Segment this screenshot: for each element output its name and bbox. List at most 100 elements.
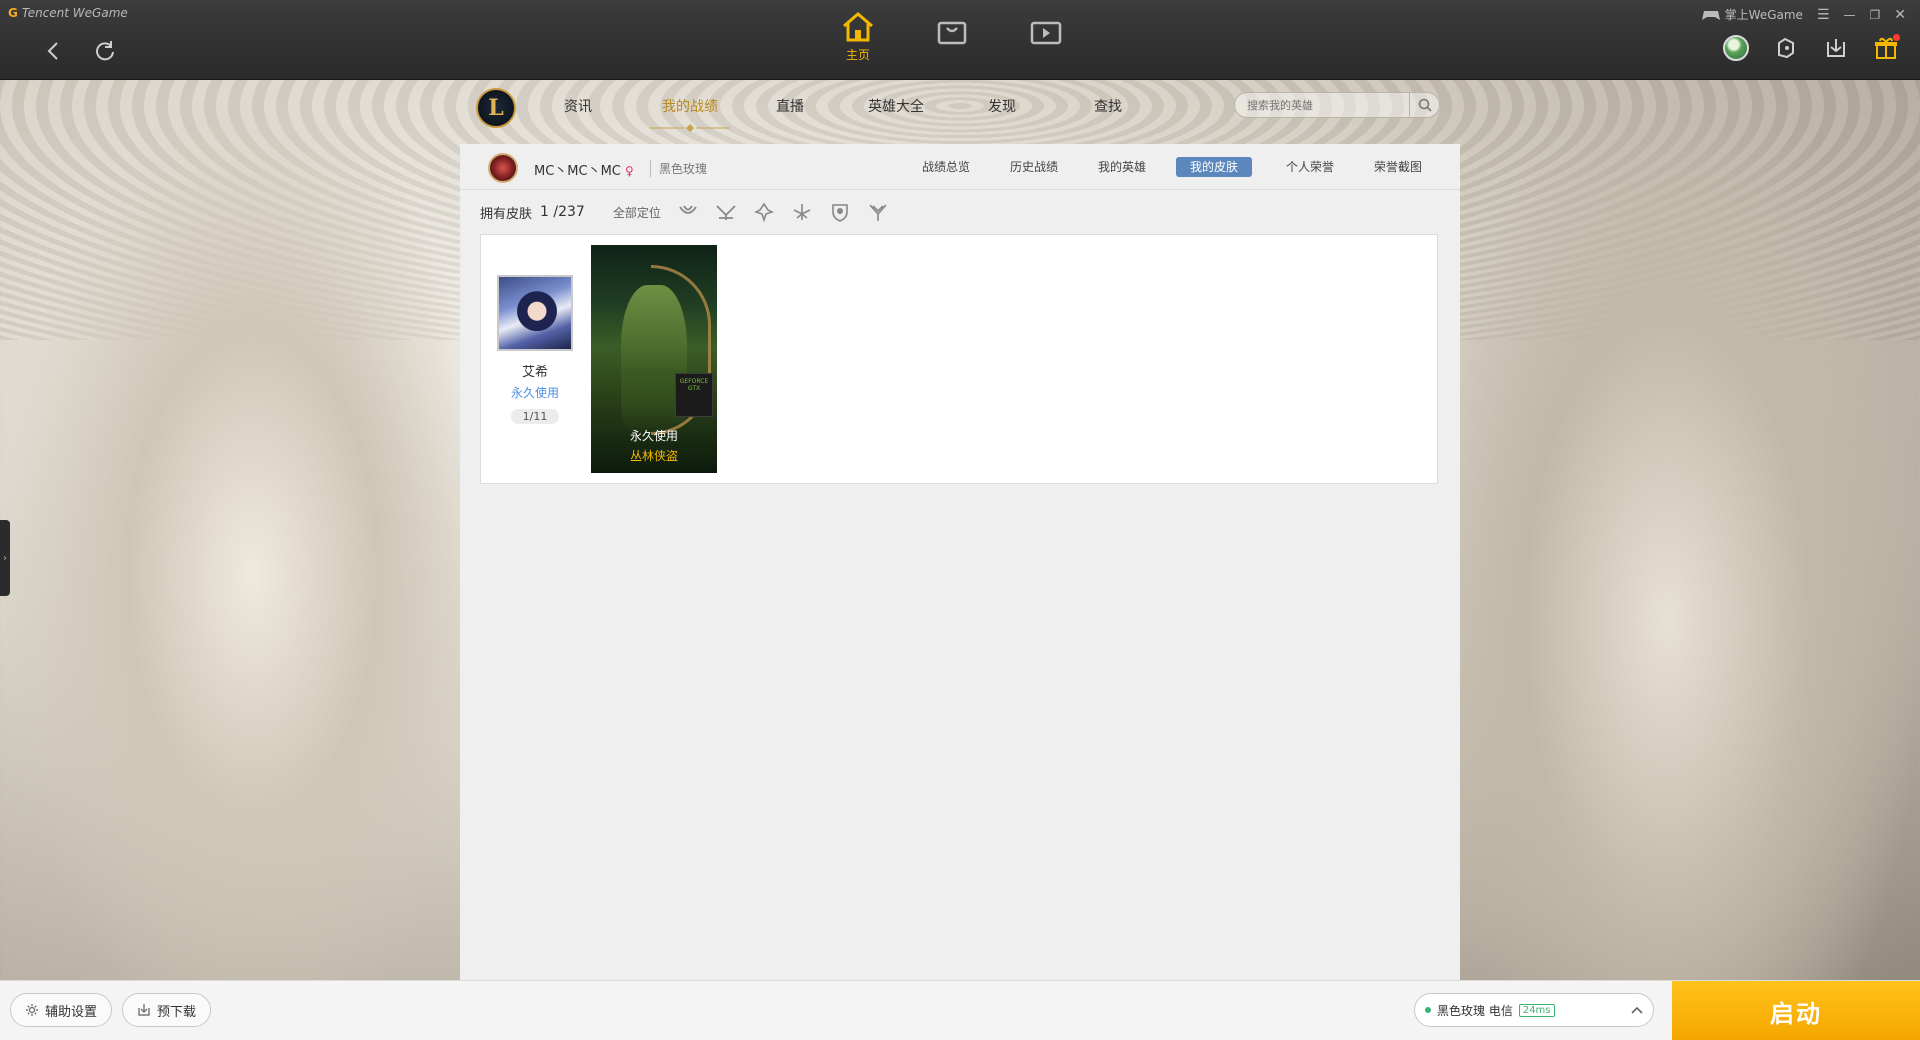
- female-icon: ♀: [625, 164, 634, 178]
- app-brand-text: Tencent WeGame: [21, 6, 128, 20]
- launch-button[interactable]: 启动: [1672, 981, 1920, 1040]
- download-icon: [1827, 39, 1845, 57]
- profile-header: MC丶MC丶MC ♀ 黑色玫瑰 战绩总览 历史战绩 我的英雄 我的皮肤 个人荣誉…: [460, 144, 1460, 190]
- tab-my-skins-label: 我的皮肤: [1190, 160, 1239, 174]
- marksman-icon[interactable]: [867, 201, 889, 223]
- nav-heroes[interactable]: 英雄大全: [856, 96, 936, 116]
- support-icon[interactable]: [829, 201, 851, 223]
- tab-home-label: 主页: [845, 48, 870, 62]
- owned-skins-count: 1 /237: [540, 204, 585, 220]
- tab-my-heroes[interactable]: 我的英雄: [1092, 157, 1152, 177]
- fighter-icon[interactable]: [715, 201, 737, 223]
- side-panel-toggle[interactable]: ›: [0, 520, 10, 596]
- tab-my-heroes-label: 我的英雄: [1097, 160, 1146, 174]
- skin-filters: 拥有皮肤 1 /237 全部定位: [480, 200, 889, 224]
- menu-icon[interactable]: ☰: [1817, 7, 1830, 23]
- tab-history-label: 历史战绩: [1009, 160, 1058, 174]
- search-icon: [1418, 98, 1432, 112]
- mage-icon[interactable]: [677, 201, 699, 223]
- nav-my-record[interactable]: 我的战绩: [650, 96, 730, 116]
- download-icon: [138, 1004, 150, 1016]
- skin-ownership: 永久使用: [629, 429, 678, 443]
- bottom-bar: 辅助设置 预下载 黑色玫瑰 电信 24ms 启动: [0, 980, 1920, 1040]
- restore-icon[interactable]: ❐: [1870, 8, 1881, 22]
- skin-grid: 艾希 永久使用 1/11 GEFORCE GTX 永久使用 丛林侠盗: [480, 234, 1438, 484]
- tab-honor-screenshots-label: 荣誉截图: [1373, 160, 1422, 174]
- server-selector-name: 黑色玫瑰 电信: [1437, 1003, 1513, 1018]
- champion-portrait: [497, 275, 573, 351]
- mobile-wegame-label: 掌上WeGame: [1724, 8, 1803, 22]
- predownload-button[interactable]: 预下载: [122, 993, 212, 1027]
- notification-dot: [1893, 34, 1900, 41]
- background-art-dragon: [1460, 80, 1920, 980]
- owned-skins-label: 拥有皮肤: [480, 206, 533, 222]
- server-status-dot: [1425, 1007, 1431, 1013]
- lol-logo[interactable]: L: [476, 88, 516, 128]
- skin-card[interactable]: GEFORCE GTX 永久使用 丛林侠盗: [591, 245, 717, 473]
- geforce-badge: GEFORCE GTX: [675, 373, 713, 417]
- nav-my-record-label: 我的战绩: [662, 99, 718, 115]
- nav-live[interactable]: 直播: [760, 96, 820, 116]
- tab-my-skins[interactable]: 我的皮肤: [1176, 157, 1253, 177]
- nav-discover[interactable]: 发现: [972, 96, 1032, 116]
- tab-store[interactable]: [922, 18, 982, 74]
- skin-name: 丛林侠盗: [629, 449, 678, 463]
- wegame-logo-icon: G: [8, 6, 18, 20]
- server-ping: 24ms: [1518, 1003, 1555, 1017]
- tab-record-overview[interactable]: 战绩总览: [916, 157, 976, 177]
- video-icon: [1030, 21, 1062, 45]
- tab-video[interactable]: [1016, 18, 1076, 74]
- nav-find[interactable]: 查找: [1078, 96, 1138, 116]
- filter-all-positions[interactable]: 全部定位: [613, 204, 661, 221]
- tank-icon[interactable]: [753, 201, 775, 223]
- server-selector[interactable]: 黑色玫瑰 电信 24ms: [1414, 993, 1654, 1027]
- gift-button[interactable]: [1872, 34, 1900, 62]
- chevron-up-icon: [1631, 1006, 1643, 1014]
- refresh-button[interactable]: [90, 36, 120, 66]
- champion-entry[interactable]: 艾希 永久使用 1/11: [495, 275, 575, 424]
- assassin-icon[interactable]: [791, 201, 813, 223]
- right-tools: [1722, 34, 1900, 62]
- champion-skin-count: 1/11: [510, 409, 560, 424]
- globe-avatar-icon: [1723, 35, 1749, 61]
- tab-honor-screenshots[interactable]: 荣誉截图: [1368, 157, 1428, 177]
- tab-history[interactable]: 历史战绩: [1004, 157, 1064, 177]
- nav-news-label: 资讯: [564, 99, 592, 115]
- player-server: 黑色玫瑰: [650, 160, 707, 177]
- player-avatar[interactable]: [488, 153, 518, 183]
- player-name-text: MC丶MC丶MC: [534, 164, 621, 179]
- gear-icon: [26, 1004, 38, 1016]
- search-button[interactable]: [1409, 93, 1439, 117]
- close-icon[interactable]: ✕: [1894, 7, 1906, 23]
- nav-active-indicator: [650, 124, 730, 132]
- tab-record-overview-label: 战绩总览: [921, 160, 970, 174]
- profile-panel: MC丶MC丶MC ♀ 黑色玫瑰 战绩总览 历史战绩 我的英雄 我的皮肤 个人荣誉…: [460, 144, 1460, 980]
- champion-name: 艾希: [521, 365, 548, 380]
- assist-settings-label: 辅助设置: [45, 1004, 98, 1020]
- mobile-wegame[interactable]: 掌上WeGame: [1701, 6, 1803, 23]
- tab-home[interactable]: 主页: [828, 10, 888, 66]
- nav-heroes-label: 英雄大全: [868, 99, 924, 115]
- predownload-label: 预下载: [157, 1004, 197, 1020]
- home-icon: [843, 12, 873, 42]
- minimize-icon[interactable]: —: [1844, 8, 1856, 22]
- store-icon: [937, 21, 967, 45]
- title-bar: G Tencent WeGame 主页 掌上WeGame ☰ — ❐ ✕: [0, 0, 1920, 80]
- nav-find-label: 查找: [1094, 99, 1122, 115]
- player-name: MC丶MC丶MC ♀: [534, 160, 634, 179]
- refresh-icon: [96, 41, 114, 61]
- hero-search-input[interactable]: [1235, 93, 1409, 117]
- assistant-button[interactable]: [1772, 34, 1800, 62]
- assist-settings-button[interactable]: 辅助设置: [10, 993, 113, 1027]
- gamepad-icon: [1701, 10, 1720, 20]
- champion-ownership: 永久使用: [510, 386, 559, 400]
- background-art-trophy: [0, 80, 460, 980]
- download-button[interactable]: [1822, 34, 1850, 62]
- back-button[interactable]: [38, 36, 68, 66]
- nav-news[interactable]: 资讯: [548, 96, 608, 116]
- app-brand: G Tencent WeGame: [8, 6, 128, 20]
- user-avatar-button[interactable]: [1722, 34, 1750, 62]
- nav-discover-label: 发现: [988, 99, 1016, 115]
- tab-honors[interactable]: 个人荣誉: [1280, 157, 1340, 177]
- nav-live-label: 直播: [776, 99, 804, 115]
